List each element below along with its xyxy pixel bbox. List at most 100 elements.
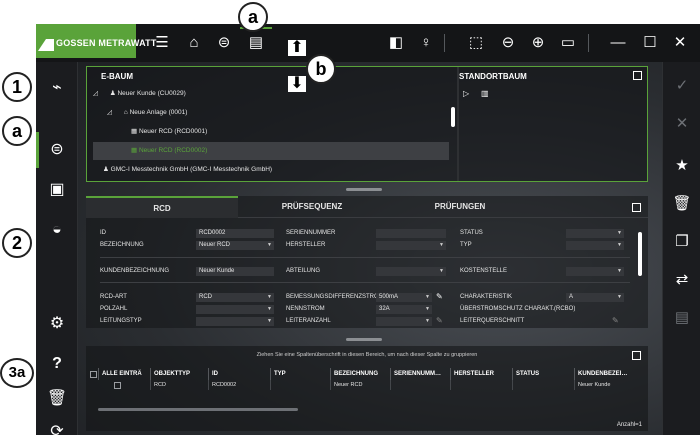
edit-icon[interactable]: ✎ <box>436 316 443 325</box>
column-header[interactable]: BEZEICHNUNG <box>330 368 390 380</box>
abteilung-field[interactable]: ▼ <box>376 267 446 276</box>
cancel-icon[interactable]: ✕ <box>672 114 692 134</box>
column-header[interactable]: OBJEKTTYP <box>150 368 208 380</box>
zoom-out-icon[interactable]: ⊖ <box>498 33 518 53</box>
column-header[interactable]: SERIENNUMM… <box>390 368 450 380</box>
bulb-icon[interactable]: ♀ <box>416 33 436 53</box>
plug-icon[interactable]: ⌁ <box>45 76 69 100</box>
rcd-art-field[interactable]: RCD ▼ <box>196 293 274 302</box>
home-icon[interactable]: ⌂ <box>184 33 204 53</box>
column-header[interactable]: ID <box>208 368 270 380</box>
polzahl-field[interactable]: ▼ <box>196 305 274 314</box>
move-icon[interactable]: ⇄ <box>672 270 692 290</box>
status-field[interactable]: ▼ <box>566 229 624 238</box>
column-header[interactable]: TYP <box>270 368 330 380</box>
form-icon[interactable]: ▤ <box>246 33 266 53</box>
collapse-icon[interactable]: ◿ <box>93 90 98 97</box>
tree-item-label: Neuer Kunde (CU0029) <box>117 90 186 97</box>
bemessung-field[interactable]: 500mA ▼ <box>376 293 432 302</box>
edit-icon[interactable]: ✎ <box>436 292 443 301</box>
toolbar-divider <box>444 34 445 52</box>
table-cell[interactable]: RCD0002 <box>208 380 270 390</box>
location-tree-title: STANDORTBAUM <box>459 72 527 81</box>
nennstrom-field[interactable]: 32A ▼ <box>376 305 432 314</box>
trash-icon[interactable]: ▥ <box>481 89 489 98</box>
table-cell[interactable]: Neuer RCD <box>330 380 390 390</box>
ueberstrom-label: ÜBERSTROMSCHUTZ CHARAKT.(RCBO) <box>460 306 576 312</box>
fit-icon[interactable]: ▭ <box>558 33 578 53</box>
confirm-icon[interactable]: ✓ <box>672 76 692 96</box>
favorite-icon[interactable]: ★ <box>672 156 692 176</box>
tree-item-company[interactable]: ♟ GMC-I Messtechnik GmbH (GMC-I Messtech… <box>93 161 449 179</box>
seriennummer-field[interactable] <box>376 229 446 238</box>
brand-name: GOSSEN METRAWATT <box>56 38 157 48</box>
pane-splitter[interactable] <box>346 188 382 191</box>
leitungstyp-field[interactable]: ▼ <box>196 317 274 326</box>
maximize-icon[interactable]: ☐ <box>640 33 660 53</box>
gauge-icon[interactable]: ◒ <box>45 218 69 242</box>
detail-scrollbar[interactable] <box>638 232 642 276</box>
column-header[interactable]: KUNDENBEZEI… <box>574 368 638 380</box>
delete-icon[interactable]: 🗑 <box>672 194 692 214</box>
seriennummer-label: SERIENNUMMER <box>286 230 336 236</box>
leiteranzahl-field[interactable]: ▼ <box>376 317 432 326</box>
select-icon[interactable]: ⬚ <box>466 33 486 53</box>
close-icon[interactable]: ✕ <box>670 33 690 53</box>
refresh-icon[interactable]: ⟳ <box>45 420 69 435</box>
column-header[interactable]: ALLE EINTRÄ <box>98 368 150 380</box>
kostenstelle-field[interactable]: ▼ <box>566 267 624 276</box>
table-cell[interactable] <box>512 380 574 390</box>
zoom-in-icon[interactable]: ⊕ <box>528 33 548 53</box>
table-cell[interactable]: Neuer Kunde <box>574 380 638 390</box>
section-divider <box>100 257 630 258</box>
select-all-checkbox[interactable] <box>90 371 97 378</box>
tab-rcd[interactable]: RCD <box>86 196 238 218</box>
group-by-hint[interactable]: Ziehen Sie eine Spaltenüberschrift in di… <box>86 352 648 358</box>
table-cell[interactable] <box>450 380 512 390</box>
column-header[interactable]: HERSTELLER <box>450 368 512 380</box>
kundenbezeichnung-field[interactable]: Neuer Kunde <box>196 267 274 276</box>
export-icon[interactable]: ▤ <box>672 308 692 328</box>
tree-item-plant[interactable]: ◿ ⌂ Neue Anlage (0001) <box>93 104 449 122</box>
minimize-icon[interactable]: — <box>608 33 628 53</box>
trash-icon[interactable]: 🗑 <box>45 387 69 411</box>
tree-scrollbar[interactable] <box>451 107 455 127</box>
callout-a-left: a <box>2 116 32 146</box>
kundenbezeichnung-label: KUNDENBEZEICHNUNG <box>100 268 170 274</box>
edit-icon[interactable]: ✎ <box>612 316 619 325</box>
tree-item-label: Neuer RCD (RCD0002) <box>138 147 208 154</box>
tree-item-rcd[interactable]: ▦ Neuer RCD (RCD0001) <box>93 123 449 141</box>
tree-item-rcd-selected[interactable]: ▦ Neuer RCD (RCD0002) <box>93 142 449 160</box>
tree-divider[interactable] <box>457 67 459 181</box>
hersteller-field[interactable]: ▼ <box>376 241 446 250</box>
row-checkbox[interactable] <box>114 382 121 389</box>
table-hscrollbar[interactable] <box>98 408 298 411</box>
copy-icon[interactable]: ❐ <box>672 232 692 252</box>
id-card-icon[interactable]: ▣ <box>45 178 69 202</box>
location-panel-toggle[interactable] <box>633 71 642 80</box>
typ-field[interactable]: ▼ <box>566 241 624 250</box>
table-cell[interactable] <box>390 380 450 390</box>
settings-icon[interactable]: ⚙ <box>45 312 69 336</box>
leitungstyp-label: LEITUNGSTYP <box>100 318 142 324</box>
column-header[interactable]: STATUS <box>512 368 574 380</box>
tab-pruefungen[interactable]: PRÜFUNGEN <box>386 196 534 218</box>
table-cell[interactable] <box>270 380 330 390</box>
sidebar-toggle-icon[interactable]: ◧ <box>386 33 406 53</box>
help-icon[interactable]: ? <box>45 352 69 376</box>
collapse-icon[interactable]: ◿ <box>107 109 112 116</box>
charakteristik-field[interactable]: A ▼ <box>566 293 624 302</box>
pane-splitter[interactable] <box>346 338 382 341</box>
device-icon[interactable]: ⊜ <box>214 33 234 53</box>
tab-pruefsequenz[interactable]: PRÜFSEQUENZ <box>238 196 386 218</box>
menu-icon[interactable]: ☰ <box>152 33 172 53</box>
detail-panel-toggle[interactable] <box>632 203 641 212</box>
play-icon[interactable]: ▷ <box>463 89 469 98</box>
tree-item-customer[interactable]: ◿ ♟ Neuer Kunde (CU0029) <box>93 85 449 103</box>
device-icon[interactable]: ⊜ <box>45 138 69 162</box>
rcd-icon: ▦ <box>131 147 138 154</box>
id-field[interactable]: RCD0002 <box>196 229 274 238</box>
table-cell[interactable]: RCD <box>150 380 208 390</box>
table-panel-toggle[interactable] <box>632 351 641 360</box>
bezeichnung-field[interactable]: Neuer RCD ▼ <box>196 241 274 250</box>
